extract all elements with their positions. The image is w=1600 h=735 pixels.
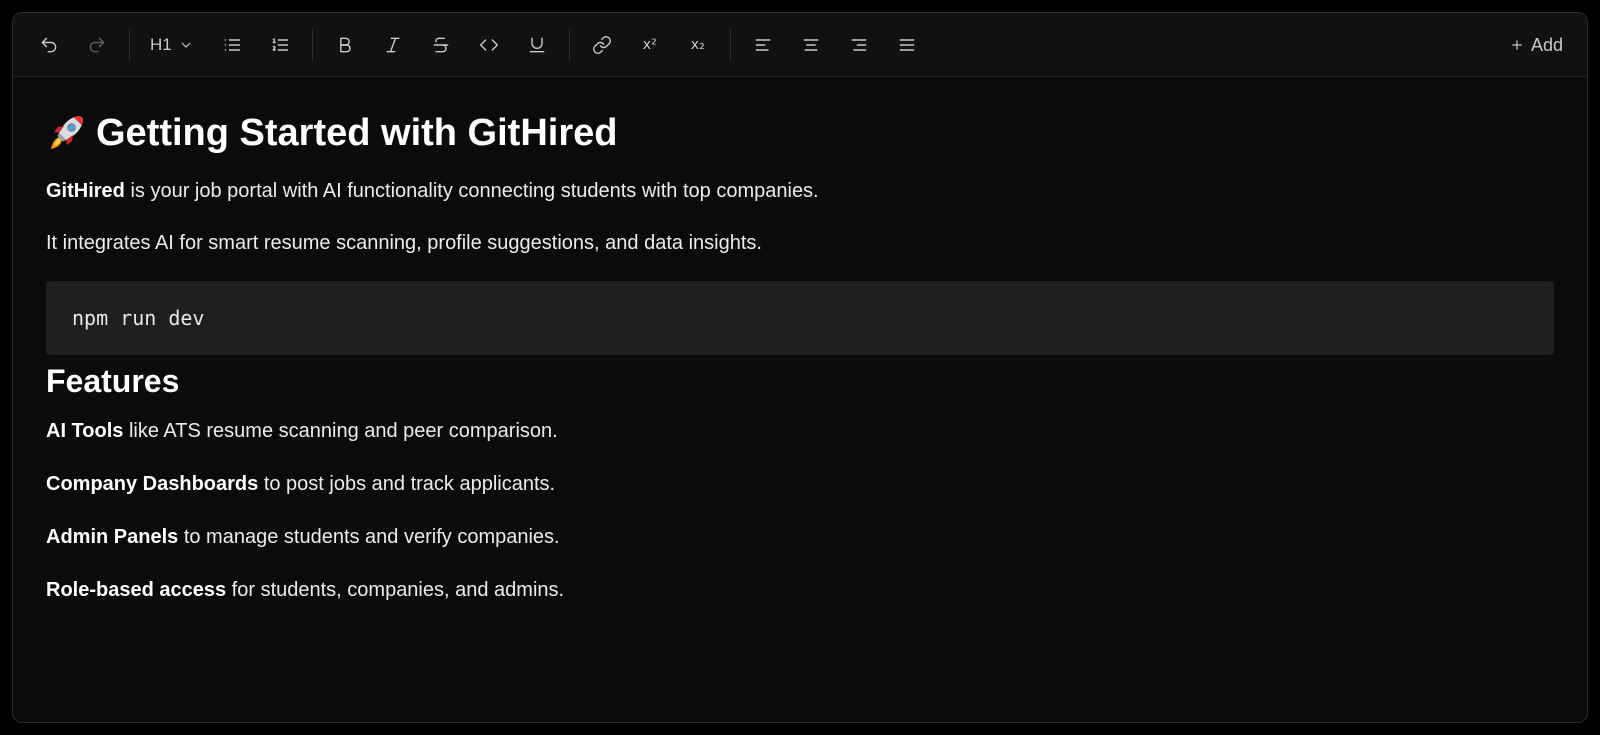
code-icon <box>479 38 498 51</box>
align-right-icon <box>851 38 867 51</box>
underline-button[interactable] <box>519 27 555 63</box>
toolbar-divider <box>311 28 313 61</box>
feature-text: for students, companies, and admins. <box>226 579 565 601</box>
intro-paragraph: GitHired is your job portal with AI func… <box>46 177 1554 205</box>
superscript-icon: x² <box>642 36 657 53</box>
feature-item: Admin Panels to manage students and veri… <box>46 523 1554 551</box>
italic-button[interactable] <box>375 27 411 63</box>
strikethrough-icon <box>433 37 449 52</box>
feature-item: Company Dashboards to post jobs and trac… <box>46 470 1554 498</box>
align-center-icon <box>803 38 819 51</box>
align-justify-button[interactable] <box>889 27 925 63</box>
subscript-button[interactable]: x₂ <box>680 27 716 63</box>
editor-toolbar: H1 x² x₂ Add <box>13 13 1587 77</box>
bullet-list-button[interactable] <box>214 27 250 63</box>
ordered-list-button[interactable] <box>262 27 298 63</box>
add-button-label: Add <box>1530 34 1563 55</box>
bullet-list-icon <box>224 38 240 51</box>
align-right-button[interactable] <box>841 27 877 63</box>
link-icon <box>592 35 611 54</box>
feature-text: to manage students and verify companies. <box>178 526 560 548</box>
feature-bold: Role-based access <box>46 579 227 601</box>
ordered-list-icon <box>272 37 288 51</box>
bold-button[interactable] <box>327 27 363 63</box>
code-text: npm run dev <box>72 306 205 330</box>
add-button[interactable]: Add <box>1509 27 1563 63</box>
feature-item: AI Tools like ATS resume scanning and pe… <box>46 417 1554 445</box>
code-block: npm run dev <box>46 281 1554 355</box>
align-justify-icon <box>899 38 915 51</box>
ai-paragraph: It integrates AI for smart resume scanni… <box>46 232 762 254</box>
link-button[interactable] <box>584 27 620 63</box>
undo-button[interactable] <box>31 27 67 63</box>
feature-text: to post jobs and track applicants. <box>258 473 556 495</box>
feature-bold: Admin Panels <box>46 526 179 548</box>
align-center-button[interactable] <box>793 27 829 63</box>
redo-icon <box>89 37 105 52</box>
align-left-button[interactable] <box>745 27 781 63</box>
subscript-icon: x₂ <box>690 36 705 53</box>
editor-content[interactable]: Getting Started with GitHired GitHired i… <box>13 77 1587 604</box>
document-title-text: Getting Started with GitHired <box>96 111 618 154</box>
italic-icon <box>386 37 400 52</box>
bold-icon <box>339 37 351 52</box>
feature-bold: Company Dashboards <box>46 473 259 495</box>
rich-text-editor: H1 x² x₂ Add Getting Started with GitHir… <box>12 12 1588 723</box>
rocket-icon <box>51 116 83 149</box>
document-title: Getting Started with GitHired <box>46 105 1554 161</box>
strikethrough-button[interactable] <box>423 27 459 63</box>
superscript-button[interactable]: x² <box>632 27 668 63</box>
intro-bold: GitHired <box>46 180 125 202</box>
redo-button[interactable] <box>79 27 115 63</box>
toolbar-divider <box>568 28 570 61</box>
heading-level-dropdown[interactable]: H1 <box>144 27 200 63</box>
feature-bold: AI Tools <box>46 420 124 442</box>
underline-icon <box>529 37 545 52</box>
features-heading: Features <box>46 363 180 399</box>
heading-level-label: H1 <box>150 34 172 54</box>
toolbar-divider <box>729 28 731 61</box>
align-left-icon <box>755 38 771 51</box>
feature-item: Role-based access for students, companie… <box>46 576 1554 604</box>
chevron-down-icon <box>181 42 191 48</box>
plus-icon <box>1512 40 1522 50</box>
toolbar-divider <box>129 28 130 61</box>
undo-icon <box>41 37 57 52</box>
intro-text: is your job portal with AI functionality… <box>124 180 819 202</box>
feature-text: like ATS resume scanning and peer compar… <box>123 420 558 442</box>
code-button[interactable] <box>471 27 507 63</box>
